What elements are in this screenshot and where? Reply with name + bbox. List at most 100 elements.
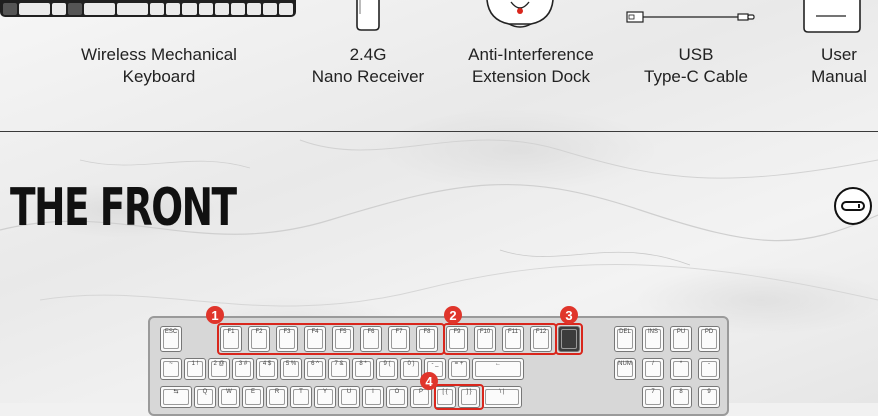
key-label: E bbox=[250, 389, 255, 395]
label-line: Type-C Cable bbox=[644, 67, 748, 86]
key: U bbox=[338, 386, 360, 408]
label-manual: User Manual bbox=[804, 44, 874, 88]
key: ⇆ bbox=[160, 386, 192, 408]
label-line: Keyboard bbox=[122, 67, 196, 86]
key: 0 ) bbox=[400, 358, 422, 380]
key: 8 * bbox=[352, 358, 374, 380]
key-label: 8 * bbox=[359, 361, 367, 367]
key-label: ← bbox=[495, 361, 501, 367]
key: ESC bbox=[160, 326, 182, 352]
keyboard-front: ESC F1 F2 F3 F4 F5 F6 F7 F8 F9 F10 F11 F12 DEL INS PU PD… bbox=[148, 306, 729, 416]
key-label: I bbox=[372, 389, 374, 395]
key: 3 # bbox=[232, 358, 254, 380]
label-keyboard: Wireless Mechanical Keyboard bbox=[66, 44, 252, 88]
key-label: T bbox=[299, 389, 303, 395]
label-receiver: 2.4G Nano Receiver bbox=[301, 44, 435, 88]
key-label: 6 ^ bbox=[311, 361, 319, 367]
key-label: / bbox=[652, 361, 654, 367]
key: PD bbox=[698, 326, 720, 352]
key-label: R bbox=[274, 389, 280, 395]
label-line: 2.4G bbox=[349, 45, 387, 64]
key-label: = + bbox=[454, 361, 464, 367]
power-switch-icon bbox=[834, 187, 872, 225]
label-line: USB bbox=[678, 45, 714, 64]
key-label: - bbox=[708, 361, 710, 367]
key: E bbox=[242, 386, 264, 408]
key-label: 1 ! bbox=[191, 361, 199, 367]
key-label: Q bbox=[202, 389, 208, 395]
key-label: Y bbox=[322, 389, 327, 395]
key-label: U bbox=[346, 389, 352, 395]
key: 2 @ bbox=[208, 358, 230, 380]
key: - bbox=[698, 358, 720, 380]
key: T bbox=[290, 386, 312, 408]
key: O bbox=[386, 386, 408, 408]
highlight-group bbox=[443, 323, 557, 355]
key-label: PU bbox=[676, 329, 686, 335]
keyboard-thumbnail bbox=[0, 0, 296, 17]
key: ← bbox=[472, 358, 524, 380]
nano-receiver-image bbox=[356, 0, 380, 31]
key: I bbox=[362, 386, 384, 408]
key: * bbox=[670, 358, 692, 380]
key-label: 3 # bbox=[238, 361, 248, 367]
key: W bbox=[218, 386, 240, 408]
key: 5 % bbox=[280, 358, 302, 380]
key-label: * bbox=[679, 361, 683, 367]
key: Y bbox=[314, 386, 336, 408]
key: 4 $ bbox=[256, 358, 278, 380]
key-label: 7 & bbox=[334, 361, 344, 367]
key: NUM bbox=[614, 358, 636, 380]
highlight-group bbox=[434, 384, 484, 410]
extension-dock-image bbox=[486, 0, 554, 28]
key-label: ~ bbox=[169, 361, 173, 367]
label-line: Anti-Interference bbox=[468, 45, 594, 64]
key: PU bbox=[670, 326, 692, 352]
usb-cable-image bbox=[626, 11, 755, 23]
key-label: 7 bbox=[651, 389, 655, 395]
key: 1 ! bbox=[184, 358, 206, 380]
key-label: ESC bbox=[164, 329, 178, 335]
key: 7 bbox=[642, 386, 664, 408]
accessories-strip bbox=[0, 0, 878, 35]
key: / bbox=[642, 358, 664, 380]
key: 9 bbox=[698, 386, 720, 408]
key-label: O bbox=[394, 389, 400, 395]
key: INS bbox=[642, 326, 664, 352]
key: ~ bbox=[160, 358, 182, 380]
label-line: Nano Receiver bbox=[311, 67, 425, 86]
key-label: P bbox=[418, 389, 423, 395]
user-manual-image bbox=[803, 0, 861, 33]
key-label: NUM bbox=[618, 361, 632, 367]
key: = + bbox=[448, 358, 470, 380]
key-label: - _ bbox=[431, 361, 439, 367]
label-line: Extension Dock bbox=[471, 67, 591, 86]
key: R bbox=[266, 386, 288, 408]
callout-badge: 4 bbox=[420, 372, 438, 390]
key-label: 9 bbox=[707, 389, 711, 395]
label-line: User bbox=[821, 45, 857, 64]
key-label: INS bbox=[647, 329, 658, 335]
key-label: 9 ( bbox=[383, 361, 391, 367]
highlight-group bbox=[217, 323, 445, 355]
label-dock: Anti-Interference Extension Dock bbox=[451, 44, 611, 88]
key-label: W bbox=[226, 389, 232, 395]
callout-badge: 3 bbox=[560, 306, 578, 324]
section-title: THE FRONT bbox=[10, 178, 237, 238]
key: \ | bbox=[482, 386, 522, 408]
key-label: 5 % bbox=[285, 361, 297, 367]
key-label: 0 ) bbox=[407, 361, 415, 367]
label-cable: USB Type-C Cable bbox=[634, 44, 758, 88]
key: Q bbox=[194, 386, 216, 408]
key: 7 & bbox=[328, 358, 350, 380]
section-divider bbox=[0, 131, 878, 132]
key-label: ⇆ bbox=[173, 389, 179, 395]
label-line: Manual bbox=[811, 67, 867, 86]
key-label: 2 @ bbox=[213, 361, 225, 367]
key: 9 ( bbox=[376, 358, 398, 380]
callout-badge: 1 bbox=[206, 306, 224, 324]
key: 6 ^ bbox=[304, 358, 326, 380]
key-label: 4 $ bbox=[262, 361, 272, 367]
highlight-group bbox=[555, 323, 583, 355]
key: 8 bbox=[670, 386, 692, 408]
